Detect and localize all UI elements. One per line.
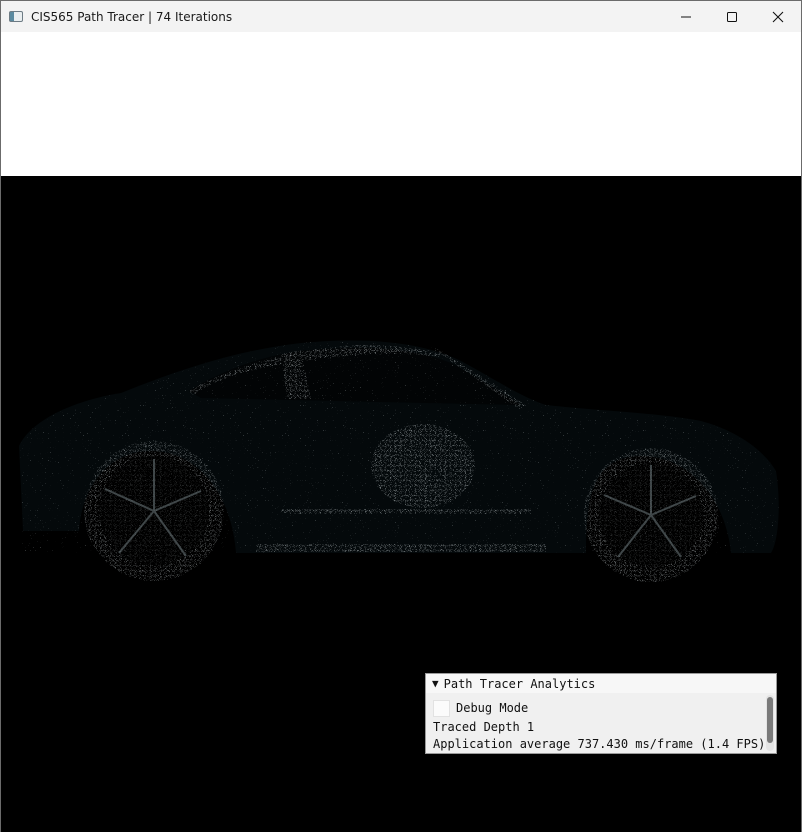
analytics-panel-header[interactable]: ▼ Path Tracer Analytics xyxy=(426,674,776,693)
close-button[interactable] xyxy=(755,1,801,32)
framebuffer-unrendered-region xyxy=(1,32,801,176)
window-title: CIS565 Path Tracer | 74 Iterations xyxy=(31,9,233,24)
window-controls xyxy=(663,1,801,32)
app-icon xyxy=(9,11,23,22)
traced-depth-text: Traced Depth 1 xyxy=(433,720,535,734)
analytics-panel[interactable]: ▼ Path Tracer Analytics Debug Mode Trace… xyxy=(425,673,777,754)
analytics-panel-body: Debug Mode Traced Depth 1 Application av… xyxy=(426,693,776,753)
frame-time-text: Application average 737.430 ms/frame (1.… xyxy=(433,737,766,751)
scrollbar-thumb[interactable] xyxy=(767,697,773,743)
minimize-icon xyxy=(681,16,691,17)
minimize-button[interactable] xyxy=(663,1,709,32)
close-icon xyxy=(772,11,784,22)
maximize-icon xyxy=(727,11,737,22)
debug-mode-row[interactable]: Debug Mode xyxy=(433,697,768,719)
maximize-button[interactable] xyxy=(709,1,755,32)
debug-mode-label: Debug Mode xyxy=(456,701,529,715)
triangle-down-icon[interactable]: ▼ xyxy=(432,677,439,690)
app-window: CIS565 Path Tracer | 74 Iterations ▼ Pat… xyxy=(0,0,802,832)
title-bar[interactable]: CIS565 Path Tracer | 74 Iterations xyxy=(1,1,801,32)
debug-mode-checkbox[interactable] xyxy=(433,699,450,717)
panel-scrollbar[interactable] xyxy=(766,695,774,751)
analytics-panel-title: Path Tracer Analytics xyxy=(443,676,596,691)
